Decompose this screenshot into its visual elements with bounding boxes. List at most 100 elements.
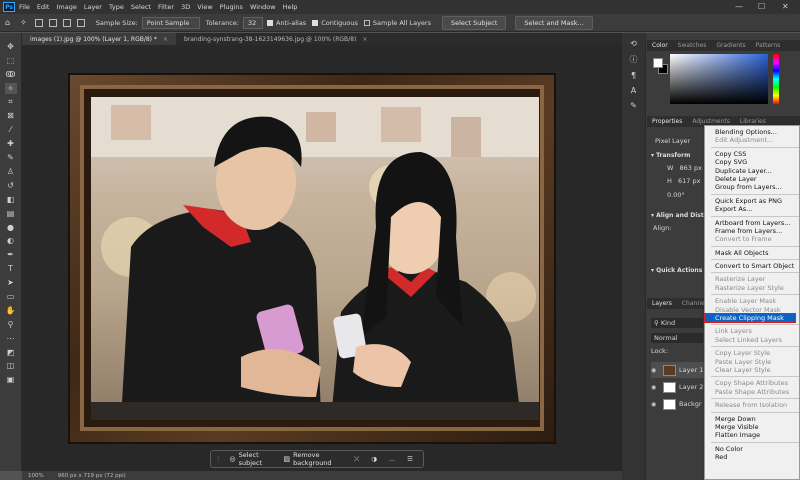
- anti-alias-checkbox[interactable]: [266, 19, 273, 26]
- menu-layer[interactable]: Layer: [84, 3, 102, 11]
- more-options-button[interactable]: ...: [389, 455, 395, 463]
- marquee-tool-icon[interactable]: ⬚: [5, 55, 17, 66]
- select-and-mask-button[interactable]: Select and Mask...: [515, 15, 593, 30]
- eraser-tool-icon[interactable]: ◧: [5, 194, 17, 205]
- photo-canvas[interactable]: [91, 97, 539, 420]
- adjust-icon[interactable]: ⤫: [354, 455, 359, 464]
- menu-item-blending-options[interactable]: Blending Options...: [705, 128, 799, 136]
- move-tool-icon[interactable]: ✥: [5, 41, 17, 52]
- tab-patterns[interactable]: Patterns: [751, 42, 786, 49]
- history-panel-icon[interactable]: ⟲: [630, 39, 637, 48]
- gradient-tool-icon[interactable]: ▤: [5, 208, 17, 219]
- add-selection-icon[interactable]: [48, 18, 57, 27]
- shape-tool-icon[interactable]: ▭: [5, 291, 17, 302]
- zoom-tool-icon[interactable]: ⚲: [5, 319, 17, 330]
- more-tools-icon[interactable]: ⋯: [5, 333, 17, 344]
- menu-item-quick-export-as-png[interactable]: Quick Export as PNG: [705, 197, 799, 205]
- menu-item-artboard-from-layers[interactable]: Artboard from Layers...: [705, 219, 799, 227]
- tab-color[interactable]: Color: [647, 42, 673, 49]
- stamp-tool-icon[interactable]: ♙: [5, 166, 17, 177]
- tab-layers[interactable]: Layers: [647, 300, 677, 307]
- menu-item-create-clipping-mask[interactable]: Create Clipping Mask: [704, 312, 796, 324]
- tab-document-1[interactable]: images (1).jpg @ 100% (Layer 1, RGB/8) *…: [22, 33, 176, 45]
- visibility-eye-icon[interactable]: ◉: [651, 367, 663, 374]
- menu-item-convert-to-smart-object[interactable]: Convert to Smart Object: [705, 262, 799, 270]
- color-picker-field[interactable]: [670, 54, 768, 104]
- layer-row-layer-2[interactable]: ◉ Layer 2: [651, 379, 707, 395]
- pen-tool-icon[interactable]: ✒: [5, 249, 17, 260]
- document-info[interactable]: 960 px x 719 px (72 ppi): [58, 473, 126, 479]
- menu-item-delete-layer[interactable]: Delete Layer: [705, 175, 799, 183]
- minimize-icon[interactable]: —: [735, 2, 743, 11]
- menu-view[interactable]: View: [197, 3, 212, 11]
- close-tab-icon[interactable]: ×: [163, 36, 168, 43]
- menu-select[interactable]: Select: [131, 3, 151, 11]
- menu-item-red[interactable]: Red: [705, 453, 799, 461]
- angle-field[interactable]: 0.00°: [667, 191, 685, 199]
- blend-mode-select[interactable]: Normal: [651, 333, 703, 343]
- menu-item-copy-css[interactable]: Copy CSS: [705, 150, 799, 158]
- select-subject-ctx-button[interactable]: ◎ Select subject: [230, 451, 272, 467]
- magic-wand-tool-icon[interactable]: ✧: [4, 82, 17, 94]
- dodge-tool-icon[interactable]: ◐: [5, 235, 17, 246]
- brush-panel-icon[interactable]: ✎: [630, 101, 637, 110]
- lasso-tool-icon[interactable]: ↂ: [5, 69, 17, 80]
- tab-adjustments[interactable]: Adjustments: [687, 118, 735, 125]
- tab-gradients[interactable]: Gradients: [711, 42, 750, 49]
- tab-properties[interactable]: Properties: [647, 118, 687, 125]
- menu-window[interactable]: Window: [250, 3, 276, 11]
- eyedropper-tool-icon[interactable]: ⁄: [5, 124, 17, 135]
- layer-row-background[interactable]: ◉ Backgr: [651, 396, 707, 412]
- path-selection-icon[interactable]: ➤: [5, 277, 17, 288]
- select-subject-button[interactable]: Select Subject: [441, 15, 507, 30]
- tab-swatches[interactable]: Swatches: [673, 42, 712, 49]
- history-brush-icon[interactable]: ↺: [5, 180, 17, 191]
- foreground-color-swatch[interactable]: [653, 58, 663, 68]
- menu-filter[interactable]: Filter: [158, 3, 174, 11]
- settings-icon[interactable]: ☰: [407, 455, 413, 463]
- sample-size-select[interactable]: Point Sample: [141, 16, 200, 29]
- home-icon[interactable]: ⌂: [5, 18, 10, 27]
- magic-wand-icon[interactable]: ✧: [20, 18, 27, 27]
- menu-item-group-from-layers[interactable]: Group from Layers...: [705, 183, 799, 191]
- close-tab-icon[interactable]: ×: [362, 36, 367, 43]
- menu-type[interactable]: Type: [109, 3, 124, 11]
- subtract-selection-icon[interactable]: [62, 18, 71, 27]
- menu-item-duplicate-layer[interactable]: Duplicate Layer...: [705, 167, 799, 175]
- menu-file[interactable]: File: [19, 3, 30, 11]
- menu-item-mask-all-objects[interactable]: Mask All Objects: [705, 249, 799, 257]
- contiguous-checkbox[interactable]: [312, 19, 319, 26]
- color-swatches-icon[interactable]: ◩: [5, 347, 17, 358]
- quick-mask-icon[interactable]: ◫: [5, 360, 17, 371]
- zoom-level[interactable]: 100%: [28, 473, 44, 479]
- drag-handle-icon[interactable]: ⋮: [215, 455, 222, 463]
- tab-document-2[interactable]: branding-synstrang-38-1623149636.jpg @ 1…: [176, 33, 375, 45]
- menu-3d[interactable]: 3D: [181, 3, 190, 11]
- menu-item-no-color[interactable]: No Color: [705, 445, 799, 453]
- transform-section[interactable]: ▾ Transform: [651, 152, 690, 159]
- visibility-eye-icon[interactable]: ◉: [651, 401, 663, 408]
- character-panel-icon[interactable]: A: [631, 86, 636, 95]
- width-field[interactable]: 863 px: [680, 164, 702, 172]
- paragraph-panel-icon[interactable]: ¶: [631, 71, 636, 80]
- sample-all-layers-checkbox[interactable]: [363, 19, 370, 26]
- intersect-selection-icon[interactable]: [76, 18, 85, 27]
- brush-tool-icon[interactable]: ✎: [5, 152, 17, 163]
- hue-slider[interactable]: [773, 54, 779, 104]
- visibility-eye-icon[interactable]: ◉: [651, 384, 663, 391]
- remove-background-button[interactable]: ▨ Remove background: [283, 451, 342, 467]
- tolerance-input[interactable]: 32: [242, 16, 263, 29]
- tab-libraries[interactable]: Libraries: [735, 118, 771, 125]
- crop-tool-icon[interactable]: ⌗: [5, 97, 17, 108]
- blur-tool-icon[interactable]: ●: [5, 222, 17, 233]
- height-field[interactable]: 617 px: [678, 177, 700, 185]
- menu-item-copy-svg[interactable]: Copy SVG: [705, 158, 799, 166]
- layer-row-layer-1[interactable]: ◉ Layer 1: [651, 362, 707, 378]
- menu-item-flatten-image[interactable]: Flatten Image: [705, 431, 799, 439]
- new-selection-icon[interactable]: [34, 18, 43, 27]
- close-icon[interactable]: ✕: [782, 2, 789, 11]
- menu-edit[interactable]: Edit: [37, 3, 50, 11]
- menu-item-export-as[interactable]: Export As...: [705, 205, 799, 213]
- menu-help[interactable]: Help: [283, 3, 298, 11]
- healing-tool-icon[interactable]: ✚: [5, 138, 17, 149]
